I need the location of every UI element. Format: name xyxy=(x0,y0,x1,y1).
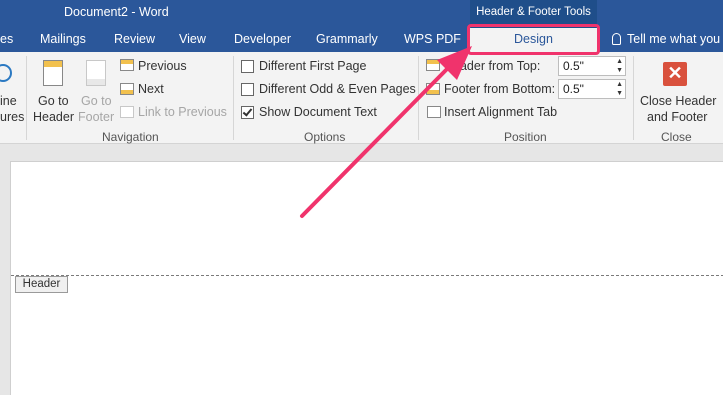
annotation-arrow xyxy=(300,46,472,218)
